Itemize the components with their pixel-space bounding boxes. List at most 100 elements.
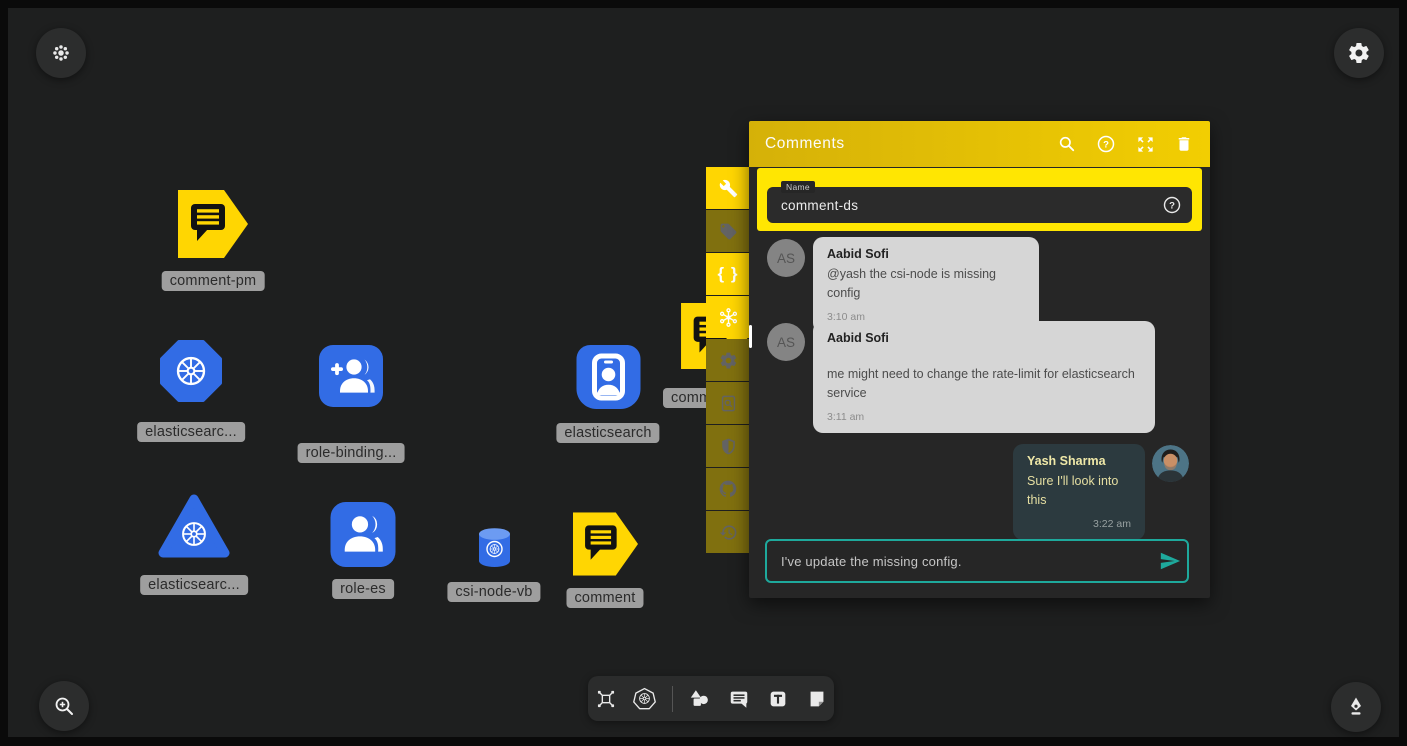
github-source-button[interactable] (706, 468, 750, 510)
role-binding-icon (319, 345, 383, 407)
node-role-es[interactable] (330, 502, 396, 567)
chat-message: Yash Sharma Sure I'll look into this 3:2… (1013, 444, 1145, 540)
node-role-binding[interactable] (319, 345, 383, 407)
node-csi-node-vb[interactable] (476, 527, 513, 568)
node-label-elasticsearch-triangle: elasticsearc... (140, 575, 248, 595)
fullscreen-button[interactable] (1135, 134, 1155, 154)
note-tool-button[interactable] (805, 687, 829, 711)
settings-button[interactable] (1334, 28, 1384, 78)
components-tool-button[interactable] (594, 687, 618, 711)
toolbar-divider (672, 686, 673, 712)
kubernetes-tool-button[interactable] (633, 687, 657, 711)
send-button[interactable] (1153, 544, 1187, 578)
tag-icon (719, 222, 738, 241)
app-logo-button[interactable] (36, 28, 86, 78)
comment-tool-icon (728, 688, 750, 710)
service-account-icon (576, 345, 641, 409)
chat-message: Aabid Sofi me might need to change the r… (813, 321, 1155, 433)
wrench-icon (719, 179, 738, 198)
trash-icon (1175, 135, 1193, 153)
node-elasticsearch-octagon[interactable] (159, 339, 223, 403)
mesh-relationships-button[interactable] (706, 296, 750, 338)
fullscreen-icon (1136, 135, 1155, 154)
chat-message: Aabid Sofi @yash the csi-node is missing… (813, 237, 1039, 333)
node-label-elasticsearch-sa: elasticsearch (556, 423, 659, 443)
comments-panel: Comments ? (749, 121, 1210, 598)
configure-wrench-button[interactable] (706, 167, 750, 209)
draw-pen-button[interactable] (1331, 682, 1381, 732)
note-tool-icon (806, 688, 828, 710)
comments-panel-title: Comments (765, 135, 845, 153)
message-author: Aabid Sofi (827, 247, 1025, 261)
svg-text:?: ? (1103, 140, 1109, 151)
doc-search-icon (719, 394, 738, 413)
avatar-photo (1152, 445, 1189, 482)
node-label-role-binding: role-binding... (298, 443, 405, 463)
avatar: AS (767, 323, 805, 361)
role-icon (330, 502, 396, 567)
search-button[interactable] (1057, 134, 1077, 154)
github-icon (718, 479, 738, 499)
pen-nib-icon (1344, 695, 1368, 719)
zoom-button[interactable] (39, 681, 89, 731)
settings-gear-icon (1347, 41, 1371, 65)
shapes-tool-button[interactable] (688, 687, 712, 711)
shape-toolbar (588, 676, 834, 721)
user-photo-icon (1152, 445, 1189, 482)
node-label-comment-pm: comment-pm (162, 271, 265, 291)
help-icon: ? (1162, 195, 1182, 215)
send-icon (1159, 550, 1181, 572)
name-input[interactable] (767, 187, 1192, 223)
history-icon (719, 523, 738, 542)
avatar-initials: AS (777, 335, 795, 350)
avatar-initials: AS (777, 251, 795, 266)
kubernetes-icon (159, 339, 223, 403)
inspect-resource-button[interactable] (706, 382, 750, 424)
braces-config-button[interactable]: { } (706, 253, 750, 295)
kubernetes-icon (158, 492, 230, 560)
node-comment[interactable] (573, 511, 638, 577)
message-author: Yash Sharma (1027, 454, 1131, 468)
comments-panel-header[interactable]: Comments ? (749, 121, 1210, 167)
node-label-elasticsearch-octagon: elasticsearc... (137, 422, 245, 442)
comment-icon (178, 190, 248, 258)
search-icon (1057, 134, 1077, 154)
zoom-in-icon (52, 694, 76, 718)
mesh-network-icon (718, 307, 739, 328)
avatar: AS (767, 239, 805, 277)
name-help-button[interactable]: ? (1162, 195, 1182, 220)
help-icon: ? (1096, 134, 1116, 154)
node-elasticsearch-triangle[interactable] (158, 492, 230, 560)
node-comment-pm[interactable] (178, 190, 248, 258)
text-tool-button[interactable] (766, 687, 790, 711)
comment-tool-button[interactable] (727, 687, 751, 711)
name-field[interactable]: Name ? (767, 187, 1192, 223)
settings-button[interactable] (706, 339, 750, 381)
comment-input[interactable] (767, 554, 1153, 569)
policy-shield-button[interactable] (706, 425, 750, 467)
node-label-comment: comment (566, 588, 643, 608)
node-label-csi-node-vb: csi-node-vb (447, 582, 540, 602)
components-icon (595, 688, 617, 710)
help-button[interactable]: ? (1096, 134, 1116, 154)
delete-button[interactable] (1174, 134, 1194, 154)
history-button[interactable] (706, 511, 750, 553)
node-action-toolbar: { } (706, 167, 750, 553)
tag-button[interactable] (706, 210, 750, 252)
message-text: Sure I'll look into this (1027, 472, 1131, 511)
node-elasticsearch-sa[interactable] (576, 345, 641, 409)
design-canvas[interactable]: comment-pm elasticsearc... role (8, 8, 1399, 737)
message-text: @yash the csi-node is missing config (827, 265, 1025, 304)
kubernetes-icon (633, 687, 656, 710)
comment-composer (765, 539, 1189, 583)
braces-icon: { } (718, 264, 739, 284)
scrollbar-thumb[interactable] (749, 325, 752, 348)
gear-icon (719, 351, 738, 370)
shapes-icon (689, 688, 711, 710)
svg-text:?: ? (1169, 201, 1175, 212)
message-text: me might need to change the rate-limit f… (827, 365, 1141, 404)
node-label-role-es: role-es (332, 579, 394, 599)
message-time: 3:11 am (827, 411, 1141, 423)
name-field-section: Name ? (757, 168, 1202, 231)
meshery-logo-icon (50, 42, 72, 64)
